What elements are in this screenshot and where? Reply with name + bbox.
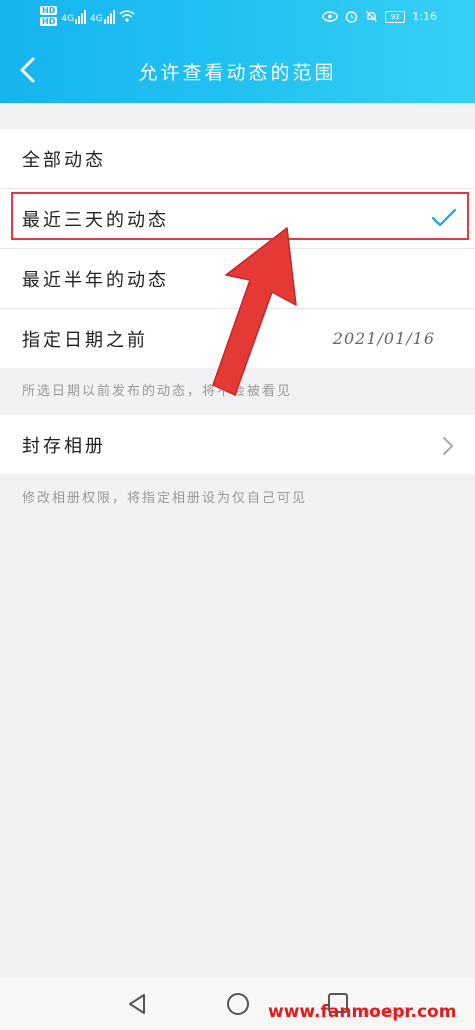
hd-badge-2: HD [40,17,58,26]
album-list: 封存相册 [0,415,475,474]
eye-icon [322,11,338,22]
status-bar: HD HD 4G 4G 92 1:16 [0,0,475,36]
option-last-three-days[interactable]: 最近三天的动态 [0,189,475,249]
option-all-posts[interactable]: 全部动态 [0,129,475,189]
album-label: 封存相册 [22,436,106,457]
nav-bar: 允许查看动态的范围 [0,36,475,103]
range-options-list: 全部动态 最近三天的动态 最近半年的动态 指定日期之前 2021/01/16 [0,129,475,368]
option-before-date[interactable]: 指定日期之前 2021/01/16 [0,309,475,368]
mute-bell-icon [366,11,378,22]
nav-back-triangle-icon[interactable] [126,992,148,1016]
hd-badge-1: HD [40,6,58,15]
hd-badges: HD HD [40,6,58,26]
network-type-2: 4G [90,14,103,24]
app-header: HD HD 4G 4G 92 1:16 允许查看动态的范围 [0,0,475,103]
range-note: 所选日期以前发布的动态，将不会被看见 [22,384,293,399]
wifi-icon [119,10,135,22]
battery-icon: 92 [385,10,406,23]
nav-home-circle-icon[interactable] [226,992,250,1016]
checkmark-icon [431,208,457,227]
archive-album-row[interactable]: 封存相册 [0,415,475,474]
option-label: 全部动态 [22,150,106,171]
watermark-url: www.fanmoepr.com [268,1002,457,1022]
system-indicators: 92 1:16 [322,10,437,23]
sim1-signal: 4G [61,6,87,24]
signal-bars-icon [75,10,87,24]
option-label: 最近三天的动态 [22,210,169,231]
sim2-signal: 4G [90,6,115,24]
option-last-six-months[interactable]: 最近半年的动态 [0,249,475,309]
option-label: 指定日期之前 [22,330,148,351]
network-type-1: 4G [61,14,75,24]
signal-indicators: HD HD 4G 4G [40,6,135,26]
album-note: 修改相册权限，将指定相册设为仅自己可见 [22,491,308,506]
page-title: 允许查看动态的范围 [138,62,337,84]
alarm-icon [346,11,358,23]
selected-date: 2021/01/16 [332,329,435,348]
signal-bars-icon [103,10,115,24]
clock: 1:16 [412,10,437,23]
option-label: 最近半年的动态 [22,270,169,291]
chevron-right-icon [443,437,453,455]
